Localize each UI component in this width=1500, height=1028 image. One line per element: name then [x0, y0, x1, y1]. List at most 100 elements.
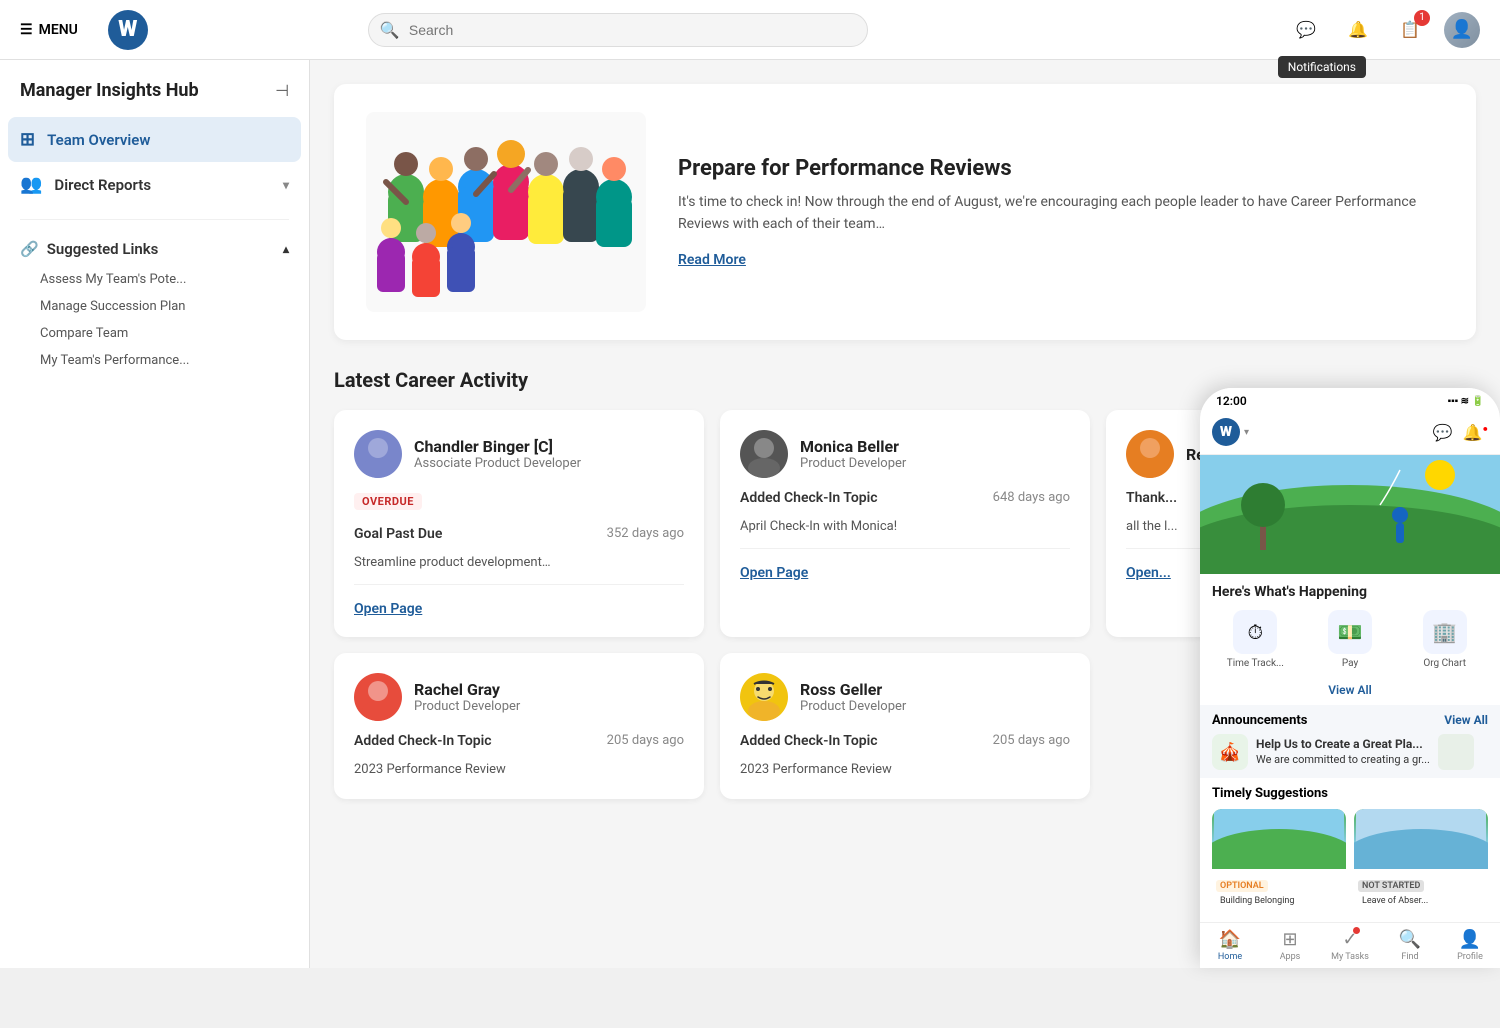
menu-button[interactable]: ☰ MENU — [20, 22, 78, 38]
phone-view-all-link[interactable]: View All — [1200, 679, 1500, 705]
phone-nav-home[interactable]: 🏠 Home — [1200, 929, 1260, 962]
nav-icons-group: 💬 🔔 Notifications 📋 1 👤 — [1288, 12, 1480, 48]
avatar-received — [1126, 430, 1174, 478]
sidebar: Manager Insights Hub ⊣ ⊞ Team Overview 👥… — [0, 60, 310, 968]
search-input[interactable] — [368, 13, 868, 47]
card-header: Chandler Binger [C] Associate Product De… — [354, 430, 684, 478]
phone-action-label: Pay — [1342, 658, 1358, 669]
days-ago: 205 days ago — [607, 733, 684, 748]
timely-card-belonging[interactable]: OPTIONAL Building Belonging — [1212, 809, 1346, 914]
banner-title: Prepare for Performance Reviews — [678, 156, 1444, 181]
card-activity-row: Goal Past Due 352 days ago — [354, 526, 684, 542]
card-person-info: Chandler Binger [C] Associate Product De… — [414, 437, 581, 471]
sidebar-title: Manager Insights Hub — [20, 80, 199, 101]
pay-icon: 💵 — [1328, 610, 1372, 654]
link-icon: 🔗 — [20, 240, 39, 258]
sidebar-link-succession[interactable]: Manage Succession Plan — [0, 293, 309, 320]
phone-nav-home-label: Home — [1218, 952, 1242, 962]
days-ago: 205 days ago — [993, 733, 1070, 748]
orgchart-icon: 🏢 — [1423, 610, 1467, 654]
card-person-name: Monica Beller — [800, 437, 906, 456]
card-person-info: Rachel Gray Product Developer — [414, 680, 520, 714]
timely-card-label: Leave of Abser... — [1358, 892, 1484, 910]
phone-nav-tasks[interactable]: ✓ My Tasks — [1320, 929, 1380, 962]
sidebar-item-team-overview[interactable]: ⊞ Team Overview — [8, 117, 301, 162]
phone-action-pay[interactable]: 💵 Pay — [1307, 610, 1394, 669]
grid-icon: ⊞ — [20, 129, 35, 150]
sidebar-item-direct-reports[interactable]: 👥 Direct Reports ▾ — [0, 162, 309, 207]
timely-card-image — [1212, 809, 1346, 869]
card-person-info: Ross Geller Product Developer — [800, 680, 906, 714]
profile-icon: 👤 — [1459, 929, 1481, 950]
activity-description: April Check-In with Monica! — [740, 518, 1070, 536]
phone-bell-icon[interactable]: 🔔● — [1463, 423, 1488, 442]
card-person-title: Product Developer — [800, 699, 906, 714]
card-activity-row: Added Check-In Topic 205 days ago — [740, 733, 1070, 749]
banner-card: Prepare for Performance Reviews It's tim… — [334, 84, 1476, 340]
phone-announcements-header: Announcements View All — [1212, 713, 1488, 728]
sidebar-link-compare[interactable]: Compare Team — [0, 320, 309, 347]
open-page-link[interactable]: Open Page — [354, 601, 684, 617]
card-person-title: Associate Product Developer — [414, 456, 581, 471]
timely-badge: OPTIONAL — [1216, 880, 1268, 892]
bell-icon: 🔔 — [1348, 20, 1368, 39]
card-divider — [740, 548, 1070, 549]
user-avatar[interactable]: 👤 — [1444, 12, 1480, 48]
phone-chat-icon[interactable]: 💬 — [1433, 423, 1453, 442]
chevron-down-icon: ▾ — [283, 178, 289, 192]
chat-icon: 💬 — [1296, 20, 1316, 39]
people-icon: 👥 — [20, 174, 42, 195]
timely-suggestions-title: Timely Suggestions — [1212, 786, 1488, 801]
phone-action-timetrack[interactable]: ⏱ Time Track... — [1212, 610, 1299, 669]
activity-card-ross: Ross Geller Product Developer Added Chec… — [720, 653, 1090, 799]
phone-nav-tasks-label: My Tasks — [1331, 952, 1369, 962]
sidebar-divider — [20, 219, 289, 220]
sidebar-item-label: Direct Reports — [54, 176, 151, 194]
timely-card-leave[interactable]: NOT STARTED Leave of Abser... — [1354, 809, 1488, 914]
phone-action-label: Time Track... — [1227, 658, 1284, 669]
activity-description: 2023 Performance Review — [354, 761, 684, 779]
banner-text: Prepare for Performance Reviews It's tim… — [678, 156, 1444, 269]
timely-card-info: OPTIONAL Building Belonging — [1212, 869, 1346, 914]
open-page-link[interactable]: Open Page — [740, 565, 1070, 581]
phone-hero-banner — [1200, 455, 1500, 574]
sidebar-item-label: Team Overview — [47, 131, 150, 149]
phone-action-label: Org Chart — [1423, 658, 1466, 669]
activity-label: Added Check-In Topic — [740, 490, 878, 506]
card-header: Rachel Gray Product Developer — [354, 673, 684, 721]
sidebar-collapse-button[interactable]: ⊣ — [275, 81, 289, 100]
card-activity-row: Added Check-In Topic 648 days ago — [740, 490, 1070, 506]
activity-card-chandler: Chandler Binger [C] Associate Product De… — [334, 410, 704, 637]
phone-nav-apps[interactable]: ⊞ Apps — [1260, 929, 1320, 962]
announcements-view-all[interactable]: View All — [1444, 713, 1488, 728]
phone-logo: W ▾ — [1212, 418, 1249, 446]
phone-nav-profile[interactable]: 👤 Profile — [1440, 929, 1500, 962]
avatar-ross — [740, 673, 788, 721]
sidebar-link-assess[interactable]: Assess My Team's Pote... — [0, 266, 309, 293]
sidebar-link-performance[interactable]: My Team's Performance... — [0, 347, 309, 374]
phone-nav-profile-label: Profile — [1457, 952, 1483, 962]
timely-cards: OPTIONAL Building Belonging NOT STARTED … — [1212, 809, 1488, 914]
phone-nav-find[interactable]: 🔍 Find — [1380, 929, 1440, 962]
mobile-phone-overlay: 12:00 ▪▪▪ ≋ 🔋 W ▾ 💬 🔔● Here's — [1200, 388, 1500, 968]
phone-status-bar: 12:00 ▪▪▪ ≋ 🔋 — [1200, 388, 1500, 414]
chevron-up-icon: ▴ — [283, 242, 289, 256]
activity-card-monica: Monica Beller Product Developer Added Ch… — [720, 410, 1090, 637]
announcement-text: Help Us to Create a Great Pla... We are … — [1256, 737, 1430, 767]
sidebar-header: Manager Insights Hub ⊣ — [0, 80, 309, 117]
avatar-chandler — [354, 430, 402, 478]
activity-description: 2023 Performance Review — [740, 761, 1070, 779]
inbox-button[interactable]: 📋 1 — [1392, 12, 1428, 48]
banner-illustration — [366, 112, 646, 312]
chat-button[interactable]: 💬 — [1288, 12, 1324, 48]
phone-signal-icons: ▪▪▪ ≋ 🔋 — [1448, 396, 1484, 407]
announcement-body: We are committed to creating a gr... — [1256, 753, 1430, 767]
banner-read-more-link[interactable]: Read More — [678, 252, 746, 268]
timely-badge: NOT STARTED — [1358, 880, 1424, 892]
search-icon: 🔍 — [380, 20, 400, 39]
phone-action-orgchart[interactable]: 🏢 Org Chart — [1401, 610, 1488, 669]
notifications-tooltip: Notifications — [1278, 56, 1366, 78]
notifications-button[interactable]: 🔔 Notifications — [1340, 12, 1376, 48]
card-header: Monica Beller Product Developer — [740, 430, 1070, 478]
phone-nav-find-label: Find — [1401, 952, 1418, 962]
